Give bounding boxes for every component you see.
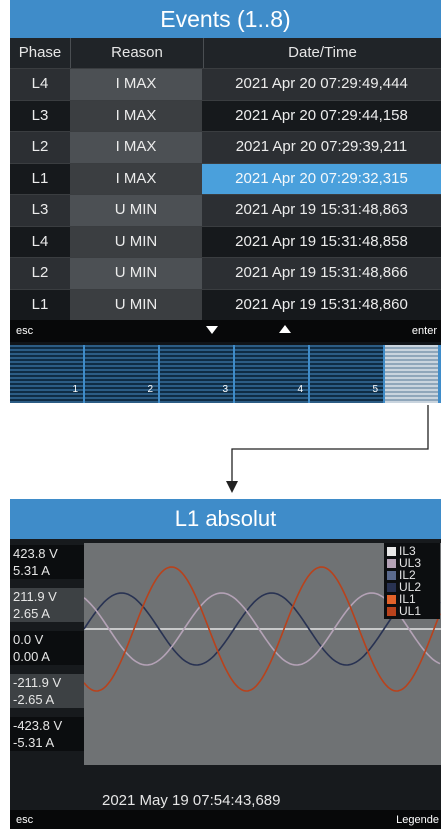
reason-cell: I MAX [70,163,202,194]
legend[interactable]: IL3 UL3 IL2 UL2 IL1 UL1 [384,543,440,619]
triangle-up-icon[interactable] [279,325,291,337]
y-label-current-min: -5.31 A [10,734,85,751]
enter-softkey[interactable]: enter [412,325,437,337]
table-row[interactable]: L3 U MIN 2021 Apr 19 15:31:48,863 [10,194,441,226]
datetime-cell-selected: 2021 Apr 20 07:29:32,315 [202,163,441,194]
reason-cell: U MIN [70,195,202,226]
column-header-phase: Phase [10,38,71,68]
function-key-label: 1 [72,384,78,395]
phase-cell: L3 [10,195,70,226]
column-header-reason: Reason [71,38,204,68]
legend-swatch [387,559,396,568]
softkey-bar: esc enter [10,320,441,342]
table-row-selected[interactable]: L1 I MAX 2021 Apr 20 07:29:32,315 [10,162,441,194]
events-screen: Events (1..8) Phase Reason Date/Time L4 … [10,0,441,403]
table-row[interactable]: L2 I MAX 2021 Apr 20 07:29:39,211 [10,131,441,163]
waveform-title: L1 absolut [10,499,441,539]
events-table-header: Phase Reason Date/Time [10,38,441,68]
legend-softkey[interactable]: Legende [396,814,439,826]
table-row[interactable]: L2 U MIN 2021 Apr 19 15:31:48,866 [10,257,441,289]
softkey-bar: esc Legende [10,810,441,829]
datetime-cell: 2021 Apr 20 07:29:49,444 [202,69,441,100]
datetime-cell: 2021 Apr 19 15:31:48,858 [202,226,441,257]
function-key-5[interactable]: 5 [310,345,383,403]
reason-cell: I MAX [70,100,202,131]
function-key-label: 2 [147,384,153,395]
phase-cell: L3 [10,100,70,131]
reason-cell: U MIN [70,289,202,320]
esc-softkey[interactable]: esc [16,814,33,826]
datetime-cell: 2021 Apr 19 15:31:48,860 [202,289,441,320]
y-label-current-neg-half: -2.65 A [10,691,85,708]
datetime-cell: 2021 Apr 19 15:31:48,866 [202,258,441,289]
y-label-current-half: 2.65 A [10,605,85,622]
function-key-2[interactable]: 2 [85,345,158,403]
datetime-cell: 2021 Apr 20 07:29:39,211 [202,132,441,163]
triangle-down-icon[interactable] [206,326,218,338]
phase-cell: L1 [10,163,70,194]
function-key-label: 4 [297,384,303,395]
y-label-voltage-min: -423.8 V [10,717,85,734]
legend-item: UL1 [384,605,440,617]
y-label-current-zero: 0.00 A [10,648,85,665]
legend-swatch [387,595,396,604]
y-label-current-max: 5.31 A [10,562,85,579]
phase-cell: L2 [10,132,70,163]
events-title: Events (1..8) [10,0,441,38]
function-key-1[interactable]: 1 [10,345,83,403]
flow-arrow-icon [226,405,429,493]
table-row[interactable]: L4 I MAX 2021 Apr 20 07:29:49,444 [10,68,441,100]
phase-cell: L2 [10,258,70,289]
legend-swatch [387,571,396,580]
table-row[interactable]: L1 U MIN 2021 Apr 19 15:31:48,860 [10,288,441,320]
capture-timestamp: 2021 May 19 07:54:43,689 [102,792,281,809]
y-label-voltage-zero: 0.0 V [10,631,85,648]
table-row[interactable]: L4 U MIN 2021 Apr 19 15:31:48,858 [10,225,441,257]
reason-cell: I MAX [70,69,202,100]
y-label-voltage-half: 211.9 V [10,588,85,605]
phase-cell: L4 [10,69,70,100]
phase-cell: L4 [10,226,70,257]
function-key-label: 5 [372,384,378,395]
datetime-cell: 2021 Apr 19 15:31:48,863 [202,195,441,226]
phase-cell: L1 [10,289,70,320]
table-row[interactable]: L3 I MAX 2021 Apr 20 07:29:44,158 [10,99,441,131]
events-table-body: L4 I MAX 2021 Apr 20 07:29:49,444 L3 I M… [10,68,441,320]
legend-swatch [387,607,396,616]
legend-swatch [387,583,396,592]
y-label-voltage-neg-half: -211.9 V [10,674,85,691]
function-key-enter-highlight[interactable] [385,345,438,403]
function-key-4[interactable]: 4 [235,345,308,403]
esc-softkey[interactable]: esc [16,325,33,337]
function-key-row: 1 2 3 4 5 [10,345,441,403]
datetime-cell: 2021 Apr 20 07:29:44,158 [202,100,441,131]
reason-cell: U MIN [70,258,202,289]
waveform-screen: L1 absolut 423.8 V 5.31 A 211.9 V 2.65 A… [10,499,441,829]
legend-swatch [387,547,396,556]
y-label-voltage-max: 423.8 V [10,545,85,562]
column-header-datetime: Date/Time [288,44,357,61]
reason-cell: I MAX [70,132,202,163]
function-key-3[interactable]: 3 [160,345,233,403]
reason-cell: U MIN [70,226,202,257]
function-key-label: 3 [222,384,228,395]
